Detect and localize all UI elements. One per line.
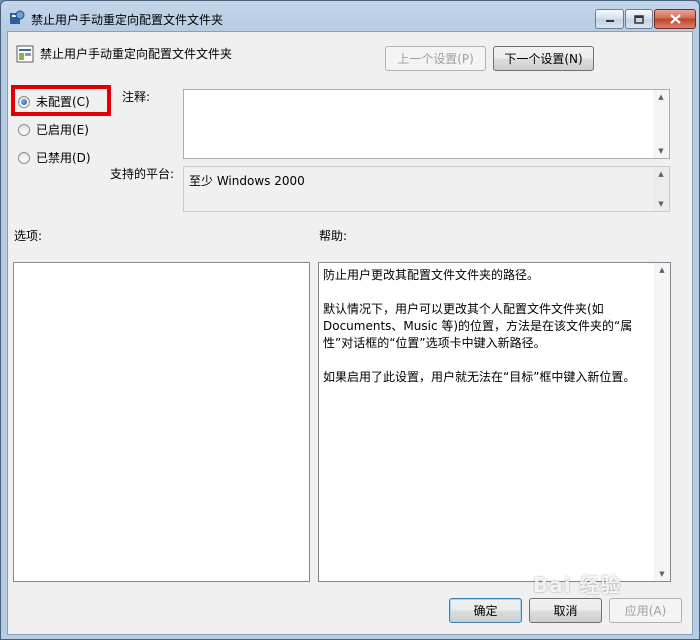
- close-button[interactable]: [654, 9, 696, 29]
- close-icon: [669, 14, 681, 24]
- title-bar[interactable]: 禁止用户手动重定向配置文件文件夹: [1, 1, 699, 31]
- help-paragraph: 默认情况下，用户可以更改其个人配置文件文件夹(如 Documents、Music…: [323, 302, 633, 350]
- radio-button[interactable]: [18, 123, 30, 136]
- platform-scrollbar[interactable]: ▲ ▼: [653, 167, 669, 211]
- policy-setting-icon: [16, 45, 34, 63]
- comment-textarea[interactable]: ▲ ▼: [183, 89, 670, 159]
- help-text: 防止用户更改其配置文件文件夹的路径。 默认情况下，用户可以更改其个人配置文件文件…: [323, 267, 648, 403]
- ok-button[interactable]: 确定: [449, 598, 522, 623]
- help-paragraph: 防止用户更改其配置文件文件夹的路径。: [323, 268, 540, 282]
- maximize-button[interactable]: [625, 9, 653, 29]
- maximize-icon: [634, 14, 644, 24]
- radio-enabled[interactable]: 已启用(E): [18, 121, 89, 138]
- scroll-up-icon[interactable]: ▲: [653, 90, 669, 104]
- scroll-down-icon[interactable]: ▼: [653, 197, 669, 211]
- help-label: 帮助:: [319, 229, 348, 243]
- platform-value: 至少 Windows 2000: [189, 174, 305, 188]
- scroll-up-icon[interactable]: ▲: [654, 263, 670, 277]
- radio-disabled[interactable]: 已禁用(D): [18, 149, 91, 166]
- options-panel: [13, 262, 310, 582]
- comment-scrollbar[interactable]: ▲ ▼: [653, 90, 669, 158]
- minimize-button[interactable]: [595, 9, 624, 29]
- platform-field: 至少 Windows 2000 ▲ ▼: [183, 166, 670, 212]
- help-paragraph: 如果启用了此设置，用户就无法在“目标”框中键入新位置。: [323, 370, 636, 384]
- policy-dialog-window: 禁止用户手动重定向配置文件文件夹 禁止用户手动重定向配置文件文件夹 上一个设置(…: [0, 0, 700, 640]
- radio-label: 已禁用(D): [36, 151, 91, 165]
- previous-setting-button[interactable]: 上一个设置(P): [385, 46, 486, 71]
- help-panel: 防止用户更改其配置文件文件夹的路径。 默认情况下，用户可以更改其个人配置文件文件…: [318, 262, 671, 582]
- options-label: 选项:: [14, 229, 43, 243]
- dialog-body: 禁止用户手动重定向配置文件文件夹 上一个设置(P) 下一个设置(N) 未配置(C…: [7, 31, 693, 635]
- minimize-icon: [605, 20, 614, 22]
- scroll-up-icon[interactable]: ▲: [653, 167, 669, 181]
- platform-label: 支持的平台:: [110, 167, 175, 181]
- apply-button[interactable]: 应用(A): [609, 598, 682, 623]
- comment-label: 注释:: [122, 90, 151, 104]
- policy-setting-icon: [10, 10, 25, 24]
- watermark-logo: Bai 经验: [533, 573, 622, 597]
- setting-title: 禁止用户手动重定向配置文件文件夹: [40, 47, 233, 61]
- scroll-down-icon[interactable]: ▼: [653, 144, 669, 158]
- radio-label: 已启用(E): [36, 123, 89, 137]
- window-title: 禁止用户手动重定向配置文件文件夹: [31, 13, 224, 27]
- help-scrollbar[interactable]: ▲ ▼: [654, 263, 670, 581]
- cancel-button[interactable]: 取消: [529, 598, 602, 623]
- scroll-down-icon[interactable]: ▼: [654, 567, 670, 581]
- annotation-highlight-box: [11, 85, 111, 116]
- radio-button[interactable]: [18, 151, 30, 164]
- next-setting-button[interactable]: 下一个设置(N): [493, 46, 594, 71]
